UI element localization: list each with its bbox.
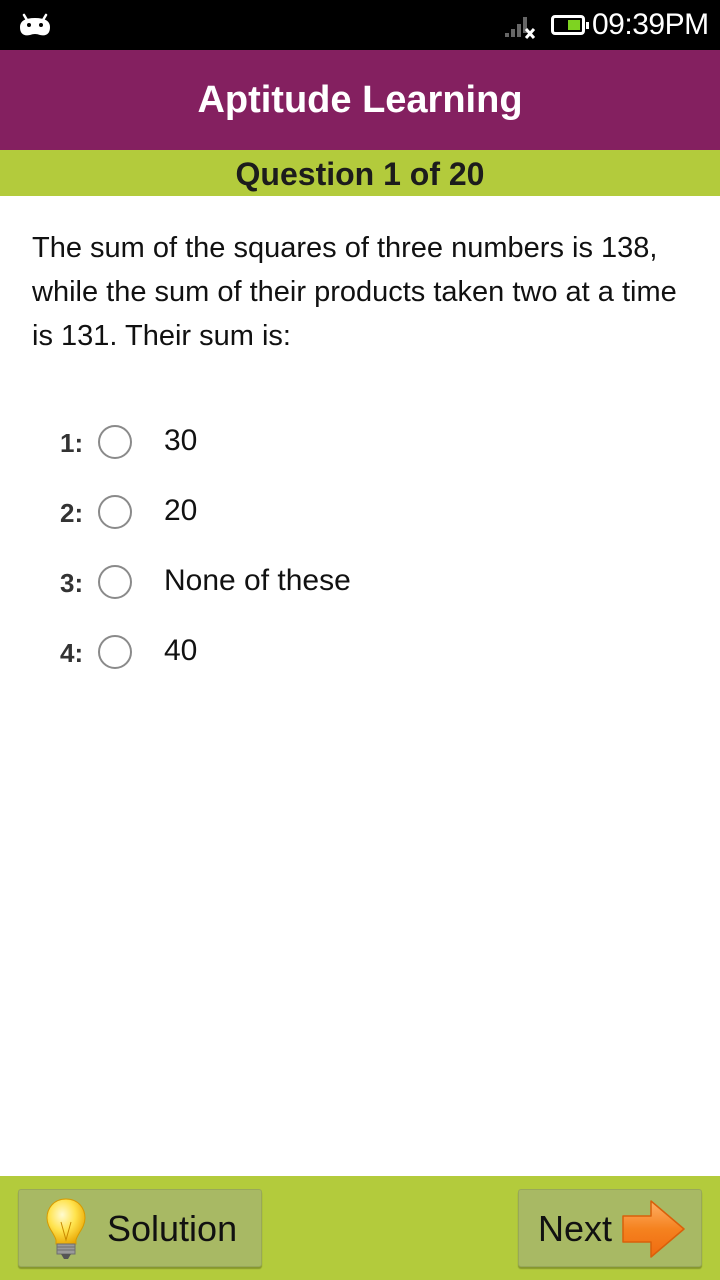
option-2[interactable]: 2: 20 [0, 478, 720, 548]
radio-button[interactable] [98, 635, 132, 669]
radio-button[interactable] [98, 495, 132, 529]
question-header: Question 1 of 20 [0, 150, 720, 196]
radio-button[interactable] [98, 565, 132, 599]
next-label: Next [538, 1208, 613, 1249]
option-1[interactable]: 1: 30 [0, 408, 720, 478]
app-title: Aptitude Learning [197, 79, 523, 121]
question-text: The sum of the squares of three numbers … [32, 232, 677, 352]
android-icon [20, 13, 50, 36]
question-counter: Question 1 of 20 [235, 156, 485, 192]
option-text[interactable]: 30 [164, 424, 197, 458]
solution-button[interactable]: Solution [18, 1189, 262, 1267]
signal-no-service-icon [505, 17, 536, 39]
option-number: 1: [60, 428, 84, 458]
bottom-bar: Solution Next [0, 1176, 720, 1280]
lightbulb-icon [46, 1198, 86, 1259]
arrow-right-icon [622, 1200, 685, 1258]
option-3[interactable]: 3: None of these [0, 548, 720, 618]
option-number: 3: [60, 568, 84, 598]
option-text[interactable]: 40 [164, 634, 197, 668]
solution-label: Solution [107, 1208, 238, 1249]
option-number: 4: [60, 638, 84, 668]
status-clock: 09:39PM [592, 8, 709, 41]
option-number: 2: [60, 498, 84, 528]
option-4[interactable]: 4: 40 [0, 618, 720, 688]
option-text[interactable]: None of these [164, 564, 351, 598]
radio-button[interactable] [98, 425, 132, 459]
app-bar: Aptitude Learning [0, 50, 720, 150]
next-button[interactable]: Next [518, 1189, 702, 1267]
option-text[interactable]: 20 [164, 494, 197, 528]
battery-icon [551, 15, 589, 35]
status-bar: 09:39PM [0, 0, 720, 50]
